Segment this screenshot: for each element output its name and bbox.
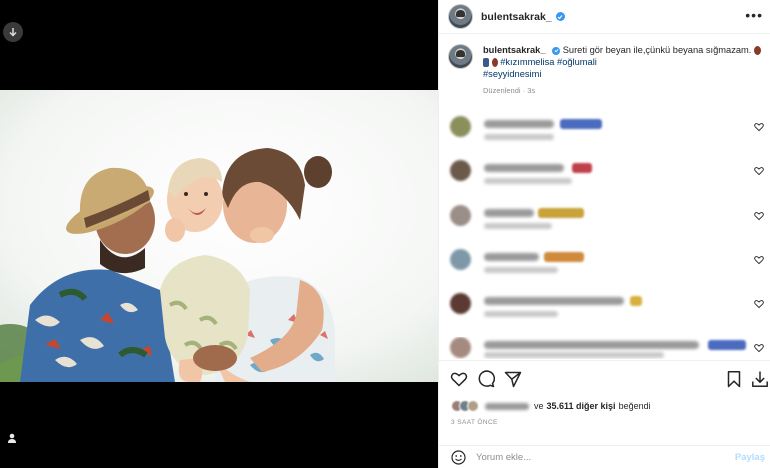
avatar[interactable] bbox=[448, 44, 473, 69]
comment-item bbox=[448, 205, 768, 237]
avatar[interactable] bbox=[450, 337, 471, 358]
emoji-icon bbox=[483, 58, 489, 68]
share-button[interactable]: Paylaş bbox=[735, 452, 765, 463]
heart-outline-icon[interactable] bbox=[754, 343, 764, 353]
avatar[interactable] bbox=[448, 4, 473, 29]
edited-timestamp: Düzenlendi · 3s bbox=[483, 86, 536, 95]
avatar[interactable] bbox=[450, 116, 471, 137]
download-icon[interactable] bbox=[751, 370, 769, 388]
caption-text: Sureti gör beyan ile,çünkü beyana sığmaz… bbox=[562, 45, 752, 55]
caption-username[interactable]: bulentsakrak_ bbox=[483, 45, 546, 55]
likes-summary[interactable]: ve 35.611 diğer kişi beğendi bbox=[451, 399, 651, 413]
heart-outline-icon[interactable] bbox=[754, 255, 764, 265]
likes-prefix: ve bbox=[534, 401, 544, 411]
post-timestamp: 3 SAAT ÖNCE bbox=[451, 419, 498, 426]
hashtag-link[interactable]: #seyyidnesimi bbox=[483, 69, 541, 79]
post-caption: bulentsakrak_ Sureti gör beyan ile,çünkü… bbox=[448, 44, 763, 97]
verified-badge-icon bbox=[555, 12, 565, 21]
action-bar bbox=[448, 370, 768, 388]
comment-item bbox=[448, 293, 768, 325]
post-photo bbox=[0, 90, 438, 382]
avatar[interactable] bbox=[450, 160, 471, 181]
heart-outline-icon[interactable] bbox=[754, 211, 764, 221]
post-username[interactable]: bulentsakrak_ bbox=[481, 11, 552, 23]
post-media[interactable] bbox=[0, 0, 438, 468]
emoji-icon bbox=[491, 58, 498, 68]
heart-outline-icon[interactable] bbox=[754, 166, 764, 176]
heart-outline-icon[interactable] bbox=[754, 299, 764, 309]
comment-form: Paylaş bbox=[439, 445, 770, 468]
verified-badge-icon bbox=[552, 46, 561, 55]
comment-input[interactable] bbox=[476, 451, 716, 463]
avatar bbox=[467, 400, 479, 412]
comment-item bbox=[448, 337, 768, 359]
comment-item bbox=[448, 116, 768, 148]
smiley-icon[interactable] bbox=[451, 449, 466, 465]
send-icon[interactable] bbox=[504, 370, 522, 388]
person-icon[interactable] bbox=[6, 432, 18, 444]
comment-item bbox=[448, 249, 768, 281]
likes-suffix: beğendi bbox=[618, 401, 651, 411]
heart-outline-icon[interactable] bbox=[754, 122, 764, 132]
comment-icon[interactable] bbox=[477, 370, 495, 388]
emoji-icon bbox=[753, 46, 761, 56]
avatar[interactable] bbox=[450, 293, 471, 314]
likes-count[interactable]: 35.611 diğer kişi bbox=[547, 401, 616, 411]
post-header: bulentsakrak_ ••• bbox=[439, 0, 770, 34]
avatar[interactable] bbox=[450, 249, 471, 270]
heart-icon[interactable] bbox=[450, 370, 468, 388]
hashtag-link[interactable]: #kızımmelisa bbox=[500, 57, 554, 67]
download-arrow-icon[interactable] bbox=[3, 22, 23, 42]
avatar[interactable] bbox=[450, 205, 471, 226]
post-side-panel: bulentsakrak_ ••• bulentsakrak_ Sureti g… bbox=[438, 0, 770, 468]
more-horizontal-icon[interactable]: ••• bbox=[745, 8, 763, 22]
bookmark-icon[interactable] bbox=[725, 370, 743, 388]
divider bbox=[439, 360, 770, 361]
comment-item bbox=[448, 160, 768, 192]
caption-body: bulentsakrak_ Sureti gör beyan ile,çünkü… bbox=[483, 44, 763, 97]
hashtag-link[interactable]: #oğlumali bbox=[557, 57, 597, 67]
